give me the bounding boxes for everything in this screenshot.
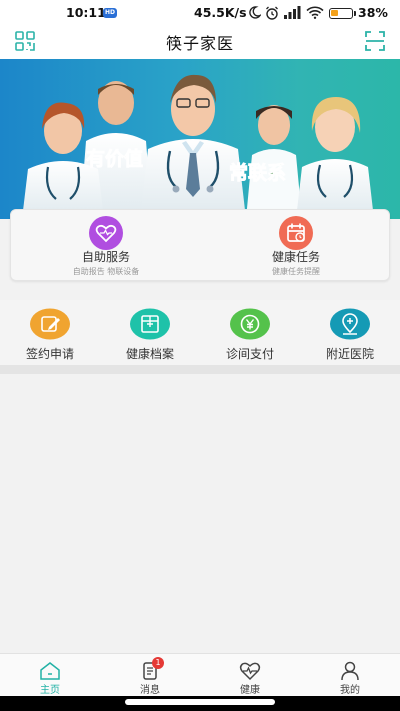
slogan-right: 常联系: [229, 161, 286, 184]
moon-icon: [249, 6, 261, 19]
service-card: 自助服务 自助报告 物联设备 健康任务 健康任务提醒: [10, 209, 390, 281]
scan-icon[interactable]: [364, 30, 386, 52]
network-speed: 45.5K/s: [194, 5, 247, 20]
self-service-button[interactable]: 自助服务 自助报告 物联设备: [11, 210, 201, 282]
calendar-icon: [279, 216, 313, 250]
bottom-tab-bar: 主页 1 消息 健康 我的: [0, 653, 400, 696]
quick-actions: 签约申请 健康档案 诊间支付 附近医院: [0, 300, 400, 366]
heart-pulse-icon: [239, 662, 261, 681]
battery-icon: [329, 8, 353, 19]
page-title: 筷子家医: [165, 34, 234, 53]
health-record-label: 健康档案: [125, 347, 174, 361]
hd-badge: HD: [103, 8, 117, 18]
message-badge: 1: [152, 657, 164, 669]
health-task-title: 健康任务: [271, 250, 320, 264]
tab-home-label: 主页: [40, 685, 60, 696]
sign-apply-label: 签约申请: [25, 347, 74, 361]
sign-apply-button[interactable]: 签约申请: [0, 300, 100, 366]
heart-icon: [89, 216, 123, 250]
top-nav-bar: 筷子家医: [0, 26, 400, 59]
user-icon: [341, 661, 359, 681]
tab-messages-label: 消息: [140, 685, 160, 696]
tab-health[interactable]: 健康: [200, 654, 300, 697]
wifi-icon: [306, 6, 324, 19]
tab-home[interactable]: 主页: [0, 654, 100, 697]
doctors-illustration: 有价值 常联系: [22, 74, 374, 219]
self-service-subtitle: 自助报告 物联设备: [72, 267, 140, 276]
battery-level: [331, 10, 338, 16]
status-time: 10:11: [66, 5, 106, 20]
nearby-hospital-label: 附近医院: [325, 347, 374, 361]
tab-health-label: 健康: [240, 685, 260, 696]
health-record-button[interactable]: 健康档案: [100, 300, 200, 366]
promo-banner[interactable]: 有价值 常联系: [0, 59, 400, 219]
home-indicator[interactable]: [125, 699, 275, 705]
signal-icon: [284, 6, 301, 19]
system-home-bar: [0, 696, 400, 711]
location-icon: [330, 308, 370, 340]
folder-icon: [130, 308, 170, 340]
health-task-subtitle: 健康任务提醒: [272, 267, 320, 276]
slogan-left: 有价值: [86, 147, 143, 170]
tab-messages[interactable]: 1 消息: [100, 654, 200, 697]
battery-percent: 38%: [358, 5, 388, 20]
clinic-pay-button[interactable]: 诊间支付: [200, 300, 300, 366]
nearby-hospital-button[interactable]: 附近医院: [300, 300, 400, 366]
health-task-button[interactable]: 健康任务 健康任务提醒: [201, 210, 391, 282]
yen-icon: [230, 308, 270, 340]
alarm-icon: [266, 6, 278, 20]
status-bar: 10:11 HD 45.5K/s 38%: [0, 0, 400, 26]
tab-profile[interactable]: 我的: [300, 654, 400, 697]
self-service-title: 自助服务: [81, 250, 130, 264]
battery-cap: [354, 11, 356, 16]
section-divider: [0, 365, 400, 374]
tab-profile-label: 我的: [340, 685, 360, 696]
home-icon: [40, 662, 60, 680]
clinic-pay-label: 诊间支付: [225, 347, 274, 361]
edit-icon: [30, 308, 70, 340]
